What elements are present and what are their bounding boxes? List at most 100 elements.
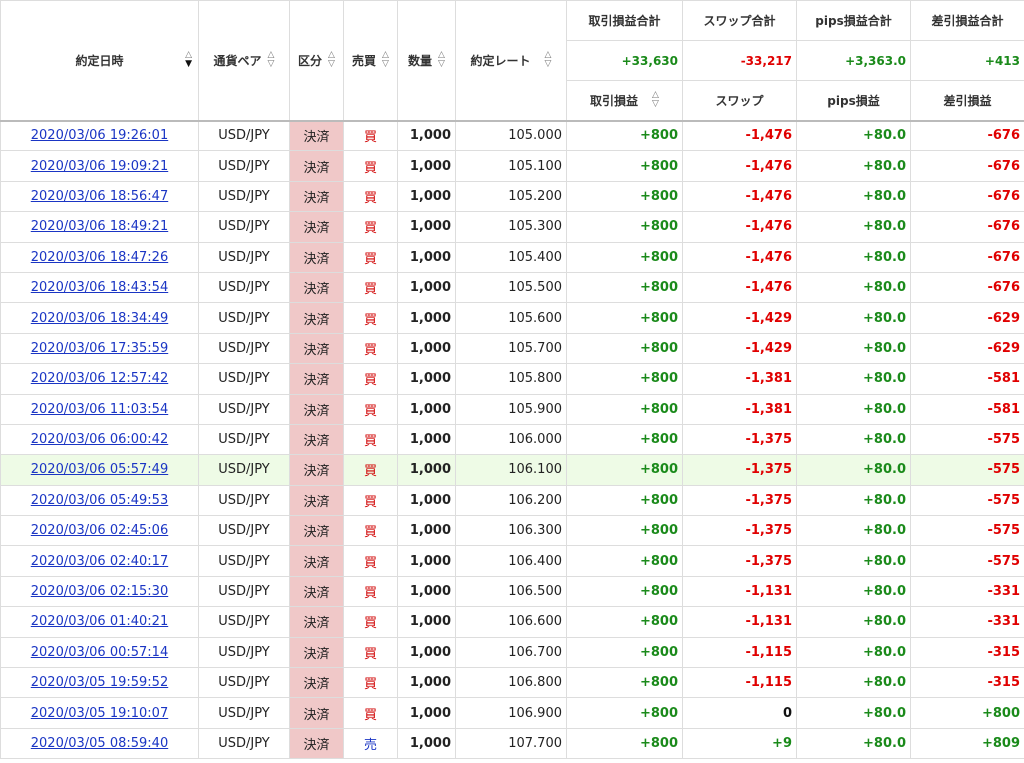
table-row[interactable]: 2020/03/05 08:59:40 USD/JPY 決済売 1,000 107.70… [0, 727, 1024, 760]
sort-toggle-date[interactable]: △ ▼ [185, 51, 192, 69]
table-row[interactable]: 2020/03/06 12:57:42 USD/JPY 決済買 1,000 105.80… [0, 363, 1024, 395]
trade-date-link[interactable]: 2020/03/06 17:35:59 [31, 341, 168, 356]
sort-toggle-category[interactable]: △ ▽ [328, 51, 335, 69]
cell-side: 買 [343, 454, 398, 486]
table-row[interactable]: 2020/03/06 02:15:30 USD/JPY 決済買 1,000 106.50… [0, 575, 1024, 608]
sort-toggle-quantity[interactable]: △ ▽ [438, 51, 445, 69]
sort-down-icon: ▽ [382, 59, 389, 70]
cell-date: 2020/03/06 19:09:21 [0, 150, 199, 182]
trade-date-link[interactable]: 2020/03/05 19:59:52 [31, 675, 168, 690]
sort-down-icon: ▽ [438, 59, 445, 70]
header-side[interactable]: 売買 △ ▽ [343, 0, 398, 121]
cell-pl: +800 [566, 211, 683, 243]
header-swap: スワップ [682, 80, 797, 121]
cell-pair: USD/JPY [198, 302, 290, 334]
cell-category: 決済 [289, 727, 344, 760]
cell-pl: +800 [566, 545, 683, 577]
cell-swap: -1,429 [682, 332, 797, 365]
table-row[interactable]: 2020/03/06 18:56:47 USD/JPY 決済買 1,000 105.20… [0, 180, 1024, 213]
cell-pair: USD/JPY [198, 180, 290, 213]
cell-pips: +80.0 [796, 150, 911, 182]
table-row[interactable]: 2020/03/06 06:00:42 USD/JPY 決済買 1,000 106.00… [0, 423, 1024, 456]
total-swap: -33,217 [682, 40, 797, 81]
cell-pips: +80.0 [796, 271, 911, 304]
trade-date-link[interactable]: 2020/03/06 11:03:54 [31, 402, 168, 417]
trade-date-link[interactable]: 2020/03/06 02:40:17 [31, 554, 168, 569]
table-row[interactable]: 2020/03/05 19:10:07 USD/JPY 決済買 1,000 106.90… [0, 697, 1024, 729]
cell-net: +800 [910, 697, 1024, 729]
sort-toggle-pair[interactable]: △ ▽ [268, 51, 275, 69]
header-date[interactable]: 約定日時 △ ▼ [0, 0, 199, 121]
trade-date-link[interactable]: 2020/03/06 18:43:54 [31, 280, 168, 295]
trade-date-link[interactable]: 2020/03/06 18:47:26 [31, 250, 168, 265]
cell-quantity: 1,000 [397, 575, 456, 608]
trade-date-link[interactable]: 2020/03/06 00:57:14 [31, 645, 168, 660]
trade-date-link[interactable]: 2020/03/06 05:57:49 [31, 462, 168, 477]
cell-category: 決済 [289, 606, 344, 638]
header-pl[interactable]: 取引損益 △ ▽ [566, 80, 683, 121]
table-row[interactable]: 2020/03/06 01:40:21 USD/JPY 決済買 1,000 106.60… [0, 606, 1024, 638]
trade-date-link[interactable]: 2020/03/05 19:10:07 [31, 706, 168, 721]
table-row[interactable]: 2020/03/06 18:43:54 USD/JPY 決済買 1,000 105.50… [0, 271, 1024, 304]
table-row[interactable]: 2020/03/06 02:45:06 USD/JPY 決済買 1,000 106.30… [0, 515, 1024, 547]
trade-date-link[interactable]: 2020/03/06 19:26:01 [31, 128, 168, 143]
cell-side: 買 [343, 393, 398, 425]
cell-date: 2020/03/06 11:03:54 [0, 393, 199, 425]
sort-toggle-pl[interactable]: △ ▽ [652, 91, 659, 109]
sort-toggle-side[interactable]: △ ▽ [382, 51, 389, 69]
cell-pair: USD/JPY [198, 241, 290, 273]
trade-date-link[interactable]: 2020/03/06 06:00:42 [31, 432, 168, 447]
table-row[interactable]: 2020/03/06 05:57:49 USD/JPY 決済買 1,000 106.10… [0, 454, 1024, 486]
header-swap-total: スワップ合計 [682, 0, 797, 41]
cell-rate: 105.300 [455, 211, 567, 243]
trade-date-link[interactable]: 2020/03/06 18:56:47 [31, 189, 168, 204]
cell-pl: +800 [566, 484, 683, 517]
cell-pair: USD/JPY [198, 454, 290, 486]
cell-side: 買 [343, 211, 398, 243]
cell-side: 買 [343, 515, 398, 547]
header-rate[interactable]: 約定レート △ ▽ [455, 0, 567, 121]
table-row[interactable]: 2020/03/06 18:47:26 USD/JPY 決済買 1,000 105.40… [0, 241, 1024, 273]
cell-pl: +800 [566, 636, 683, 669]
cell-quantity: 1,000 [397, 423, 456, 456]
header-category[interactable]: 区分 △ ▽ [289, 0, 344, 121]
cell-rate: 106.200 [455, 484, 567, 517]
cell-rate: 105.600 [455, 302, 567, 334]
cell-swap: -1,476 [682, 180, 797, 213]
trade-date-link[interactable]: 2020/03/06 05:49:53 [31, 493, 168, 508]
cell-category: 決済 [289, 241, 344, 273]
table-row[interactable]: 2020/03/06 17:35:59 USD/JPY 決済買 1,000 105.70… [0, 332, 1024, 365]
trade-date-link[interactable]: 2020/03/06 18:34:49 [31, 311, 168, 326]
cell-category: 決済 [289, 271, 344, 304]
cell-pl: +800 [566, 393, 683, 425]
table-row[interactable]: 2020/03/06 11:03:54 USD/JPY 決済買 1,000 105.90… [0, 393, 1024, 425]
table-row[interactable]: 2020/03/06 19:26:01 USD/JPY 決済買 1,000 105.00… [0, 119, 1024, 152]
trade-date-link[interactable]: 2020/03/06 12:57:42 [31, 371, 168, 386]
header-quantity[interactable]: 数量 △ ▽ [397, 0, 456, 121]
cell-pair: USD/JPY [198, 332, 290, 365]
cell-quantity: 1,000 [397, 515, 456, 547]
table-row[interactable]: 2020/03/06 19:09:21 USD/JPY 決済買 1,000 105.10… [0, 150, 1024, 182]
cell-date: 2020/03/06 18:43:54 [0, 271, 199, 304]
trade-date-link[interactable]: 2020/03/06 02:45:06 [31, 523, 168, 538]
table-row[interactable]: 2020/03/06 18:34:49 USD/JPY 決済買 1,000 105.60… [0, 302, 1024, 334]
table-row[interactable]: 2020/03/06 02:40:17 USD/JPY 決済買 1,000 106.40… [0, 545, 1024, 577]
trade-date-link[interactable]: 2020/03/06 19:09:21 [31, 159, 168, 174]
cell-pips: +80.0 [796, 241, 911, 273]
cell-net: -575 [910, 515, 1024, 547]
cell-side: 買 [343, 150, 398, 182]
cell-pl: +800 [566, 667, 683, 699]
table-row[interactable]: 2020/03/06 18:49:21 USD/JPY 決済買 1,000 105.30… [0, 211, 1024, 243]
table-row[interactable]: 2020/03/06 05:49:53 USD/JPY 決済買 1,000 106.20… [0, 484, 1024, 517]
cell-date: 2020/03/06 12:57:42 [0, 363, 199, 395]
table-row[interactable]: 2020/03/05 19:59:52 USD/JPY 決済買 1,000 106.80… [0, 667, 1024, 699]
sort-toggle-rate[interactable]: △ ▽ [545, 51, 552, 69]
trade-date-link[interactable]: 2020/03/05 08:59:40 [31, 736, 168, 751]
trade-date-link[interactable]: 2020/03/06 01:40:21 [31, 614, 168, 629]
header-pair[interactable]: 通貨ペア △ ▽ [198, 0, 290, 121]
trade-date-link[interactable]: 2020/03/06 02:15:30 [31, 584, 168, 599]
cell-pips: +80.0 [796, 454, 911, 486]
cell-date: 2020/03/06 02:15:30 [0, 575, 199, 608]
trade-date-link[interactable]: 2020/03/06 18:49:21 [31, 219, 168, 234]
table-row[interactable]: 2020/03/06 00:57:14 USD/JPY 決済買 1,000 106.70… [0, 636, 1024, 669]
